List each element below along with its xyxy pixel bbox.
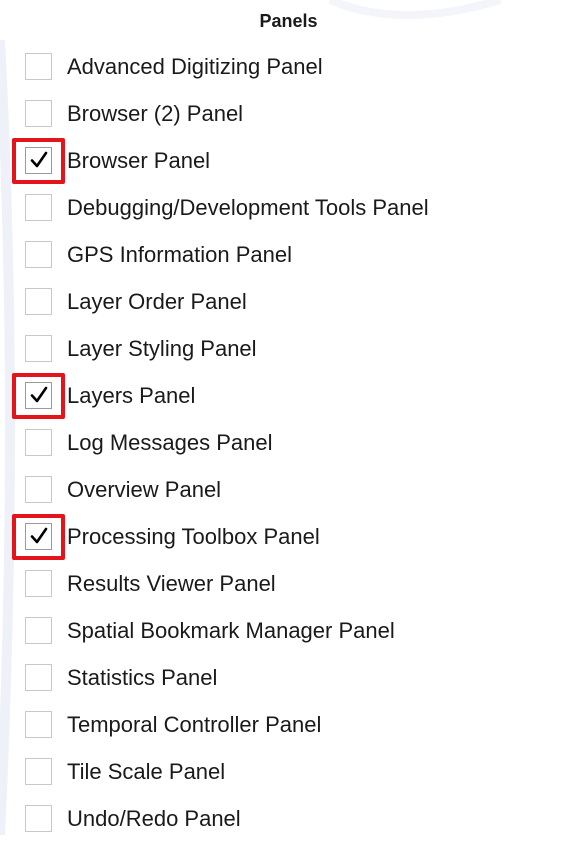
panel-menu-item[interactable]: Undo/Redo Panel — [0, 796, 577, 843]
panel-menu-item-label: Browser (2) Panel — [67, 101, 244, 126]
panel-menu-item[interactable]: Advanced Digitizing Panel — [0, 44, 577, 91]
panel-menu-item[interactable]: GPS Information Panel — [0, 232, 577, 279]
panel-menu-item-label: Log Messages Panel — [67, 430, 273, 455]
panel-checkbox[interactable] — [25, 711, 52, 738]
panel-checkbox[interactable] — [25, 100, 52, 127]
panel-checkbox[interactable] — [25, 570, 52, 597]
panel-checkbox[interactable] — [25, 476, 52, 503]
panel-menu-item[interactable]: Browser Panel — [0, 138, 577, 185]
panel-menu-item[interactable]: Overview Panel — [0, 467, 577, 514]
panels-list: Advanced Digitizing Panel Browser (2) Pan… — [0, 44, 577, 843]
highlight-annotation — [12, 514, 65, 560]
panel-menu-item-label: Debugging/Development Tools Panel — [67, 195, 429, 220]
panel-menu-item[interactable]: Debugging/Development Tools Panel — [0, 185, 577, 232]
panel-checkbox[interactable] — [25, 194, 52, 221]
panel-checkbox[interactable] — [25, 758, 52, 785]
panels-menu-title: Panels — [259, 11, 318, 31]
panel-menu-item-label: Results Viewer Panel — [67, 571, 276, 596]
panel-checkbox[interactable] — [25, 288, 52, 315]
highlight-annotation — [12, 138, 65, 184]
panel-menu-item-label: Spatial Bookmark Manager Panel — [67, 618, 395, 643]
panel-menu-item[interactable]: Layers Panel — [0, 373, 577, 420]
panel-menu-item[interactable]: Spatial Bookmark Manager Panel — [0, 608, 577, 655]
panel-menu-item[interactable]: Processing Toolbox Panel — [0, 514, 577, 561]
panel-menu-item-label: Tile Scale Panel — [67, 759, 226, 784]
panel-menu-item[interactable]: Layer Order Panel — [0, 279, 577, 326]
panel-checkbox[interactable] — [25, 241, 52, 268]
panel-checkbox[interactable] — [25, 664, 52, 691]
panel-menu-item[interactable]: Browser (2) Panel — [0, 91, 577, 138]
panel-checkbox[interactable] — [25, 335, 52, 362]
panel-menu-item-label: Layer Order Panel — [67, 289, 247, 314]
panel-menu-item-label: Temporal Controller Panel — [67, 712, 322, 737]
panel-checkbox[interactable] — [25, 617, 52, 644]
panel-menu-item[interactable]: Tile Scale Panel — [0, 749, 577, 796]
panel-menu-item[interactable]: Results Viewer Panel — [0, 561, 577, 608]
panel-menu-item[interactable]: Log Messages Panel — [0, 420, 577, 467]
panel-menu-item-label: Statistics Panel — [67, 665, 218, 690]
panel-menu-item[interactable]: Temporal Controller Panel — [0, 702, 577, 749]
panel-menu-item-label: Browser Panel — [67, 148, 211, 173]
panel-menu-item-label: Layer Styling Panel — [67, 336, 257, 361]
highlight-annotation — [12, 373, 65, 419]
panel-menu-item[interactable]: Layer Styling Panel — [0, 326, 577, 373]
panel-checkbox[interactable] — [25, 429, 52, 456]
panel-menu-item-label: Processing Toolbox Panel — [67, 524, 320, 549]
panel-menu-item[interactable]: Statistics Panel — [0, 655, 577, 702]
panel-menu-item-label: Advanced Digitizing Panel — [67, 54, 323, 79]
panel-menu-item-label: Layers Panel — [67, 383, 196, 408]
panel-checkbox[interactable] — [25, 53, 52, 80]
panel-checkbox[interactable] — [25, 805, 52, 832]
panel-menu-item-label: Undo/Redo Panel — [67, 806, 241, 831]
panel-menu-item-label: GPS Information Panel — [67, 242, 293, 267]
panel-menu-item-label: Overview Panel — [67, 477, 222, 502]
panels-menu: Panels Advanced Digitizing Panel Browser … — [0, 0, 577, 835]
